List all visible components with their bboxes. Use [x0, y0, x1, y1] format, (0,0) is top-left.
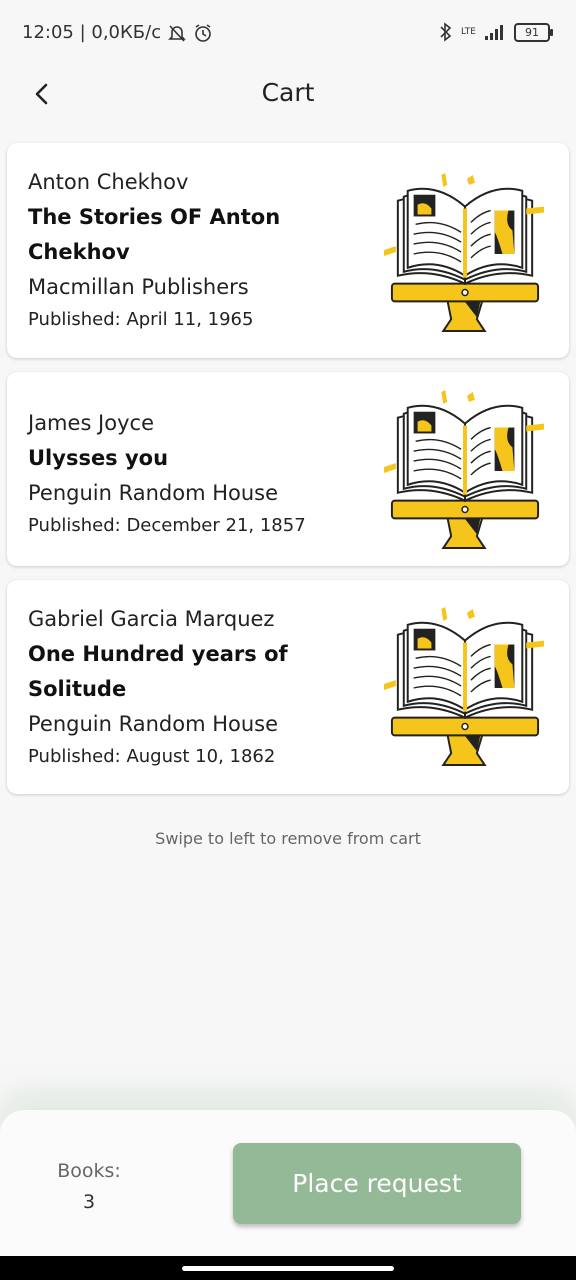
page-title: Cart: [261, 78, 315, 107]
cart-list: Anton Chekhov The Stories OF Anton Chekh…: [7, 143, 569, 808]
cart-item-text: Gabriel Garcia Marquez One Hundred years…: [28, 602, 348, 772]
system-nav-bar: [0, 1256, 576, 1280]
book-publisher: Macmillan Publishers: [28, 275, 249, 299]
book-publisher: Penguin Random House: [28, 712, 279, 736]
alarm-icon: [195, 23, 211, 42]
network-type: LTE: [461, 27, 476, 37]
book-published-date: Published: April 11, 1965: [28, 309, 254, 330]
place-request-button[interactable]: Place request: [233, 1143, 521, 1224]
battery-icon: 91: [514, 22, 553, 42]
book-author: James Joyce: [28, 411, 154, 435]
cart-item-text: Anton Chekhov The Stories OF Anton Chekh…: [28, 165, 348, 335]
book-published-date: Published: August 10, 1862: [28, 746, 276, 767]
book-title: One Hundred years of Solitude: [28, 642, 288, 701]
book-illustration-icon: [383, 390, 545, 550]
status-right: LTE 91: [439, 22, 553, 42]
bottom-sheet: Books: 3 Place request: [0, 1110, 576, 1256]
status-bar: 12:05 | 0,0КБ/с LTE 91: [0, 0, 576, 70]
bluetooth-icon: [440, 22, 452, 42]
book-title: The Stories OF Anton Chekhov: [28, 205, 281, 264]
status-left: 12:05 | 0,0КБ/с: [22, 22, 213, 43]
book-publisher: Penguin Random House: [28, 481, 279, 505]
home-gesture-handle[interactable]: [182, 1266, 394, 1271]
app-bar: Cart: [0, 70, 576, 122]
bell-muted-icon: [168, 24, 187, 42]
swipe-hint: Swipe to left to remove from cart: [155, 829, 421, 848]
cart-item-card[interactable]: Anton Chekhov The Stories OF Anton Chekh…: [7, 143, 569, 358]
cart-item-card[interactable]: Gabriel Garcia Marquez One Hundred years…: [7, 580, 569, 794]
signal-icon: [485, 25, 503, 40]
book-published-date: Published: December 21, 1857: [28, 515, 306, 536]
books-count-value: 3: [82, 1191, 96, 1213]
books-count: Books: 3: [56, 1158, 122, 1220]
books-count-label: Books:: [57, 1160, 121, 1182]
book-author: Gabriel Garcia Marquez: [28, 607, 275, 631]
book-illustration-icon: [383, 607, 545, 767]
cart-item-card[interactable]: James Joyce Ulysses you Penguin Random H…: [7, 372, 569, 566]
status-time: 12:05 | 0,0КБ/с: [22, 22, 162, 43]
book-illustration-icon: [383, 173, 545, 333]
cart-item-text: James Joyce Ulysses you Penguin Random H…: [28, 406, 348, 541]
book-title: Ulysses you: [28, 446, 169, 470]
battery-level: 91: [525, 25, 539, 39]
book-author: Anton Chekhov: [28, 170, 189, 194]
